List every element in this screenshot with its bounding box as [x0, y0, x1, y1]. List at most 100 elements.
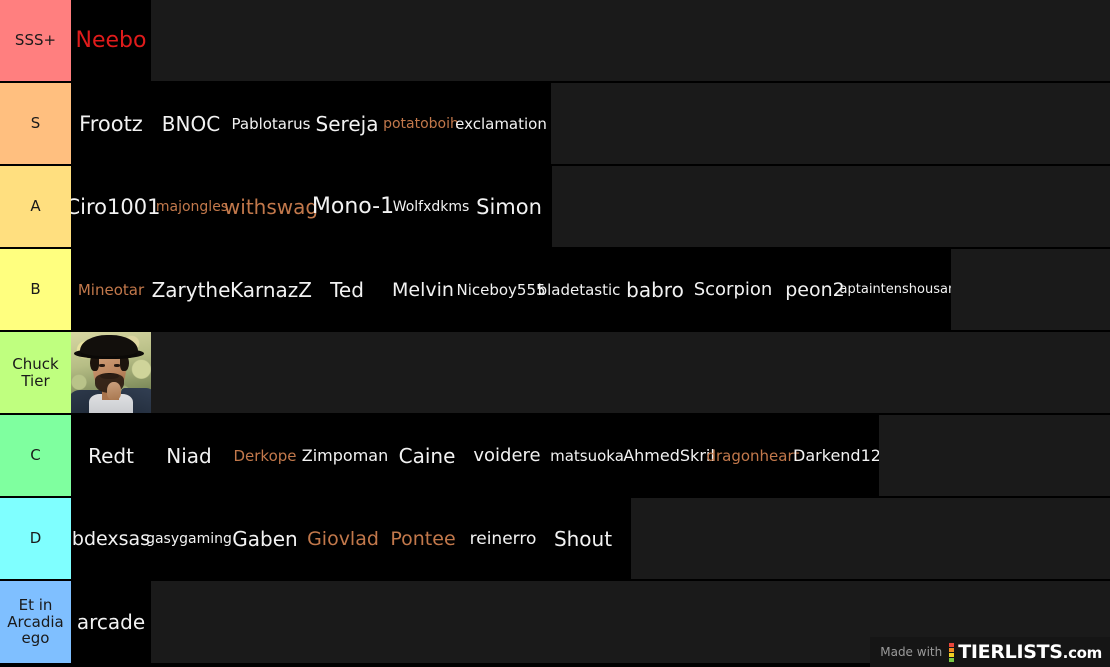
tier-item[interactable]: Pablotarus — [231, 83, 311, 164]
tier-item-label: Simon — [476, 194, 542, 219]
tier-item[interactable]: gasygaming — [146, 498, 232, 579]
tier-item-label: majongles — [155, 198, 229, 215]
tier-item[interactable]: Wolfxdkms — [393, 166, 470, 247]
tier-item-label: dragonheart — [706, 446, 800, 465]
tierlists-logo-icon — [949, 642, 955, 662]
tier-item[interactable]: Shout — [543, 498, 623, 579]
tier-item-label: Zimpoman — [301, 446, 389, 465]
tier-item[interactable]: arcade — [71, 581, 151, 663]
tier-label[interactable]: Chuck Tier — [0, 332, 71, 413]
tier-item[interactable]: bdexsas — [71, 498, 151, 579]
tier-dropzone[interactable] — [551, 83, 1110, 164]
tier-label[interactable]: C — [0, 415, 71, 496]
tier-item[interactable]: Niceboy555 — [456, 249, 545, 330]
tier-label[interactable]: D — [0, 498, 71, 579]
tier-dropzone[interactable] — [552, 166, 1110, 247]
tier-item[interactable]: Mineotar — [71, 249, 151, 330]
tier-item[interactable]: Pontee — [383, 498, 463, 579]
watermark-brand: TIERLISTS.com — [958, 641, 1102, 663]
tier-row: C Redt Niad Derkope Zimpoman Caine voidere mats… — [0, 415, 1110, 498]
tier-item-label: Ciro1001 — [71, 194, 161, 219]
tier-item[interactable]: Zarythe — [151, 249, 231, 330]
tier-items-container[interactable]: Neebo — [71, 0, 1110, 81]
tier-item-label: aptaintenshousand — [839, 282, 965, 297]
tier-item-label: bladetastic — [537, 280, 621, 299]
tier-row: Chuck Tier — [0, 332, 1110, 415]
tier-item-label: Ted — [330, 277, 364, 302]
tier-item[interactable]: Simon — [469, 166, 549, 247]
tier-item-label: Mineotar — [77, 280, 145, 299]
watermark-made-with-label: Made with — [880, 645, 943, 659]
tier-item-label: arcade — [76, 610, 146, 634]
tier-item[interactable]: Derkope — [227, 415, 303, 496]
tier-item-label: BNOC — [161, 111, 221, 136]
tier-row: A Ciro1001 majongles withswag Mono-1 Wolfxdkm… — [0, 166, 1110, 249]
tier-item-label: babro — [626, 277, 684, 302]
watermark-brand-suffix: .com — [1062, 644, 1103, 662]
tier-item-label: Melvin — [392, 278, 454, 301]
tier-item[interactable]: potatoboih — [383, 83, 459, 164]
tierlists-watermark[interactable]: Made with TIERLISTS.com — [870, 637, 1110, 667]
tier-item-label: Niad — [166, 443, 212, 468]
tier-item-label: gasygaming — [146, 530, 232, 547]
tier-item-label: Scorpion — [693, 279, 773, 300]
tier-items-container[interactable]: Ciro1001 majongles withswag Mono-1 Wolfxdkms… — [71, 166, 1110, 247]
tier-label[interactable]: SSS+ — [0, 0, 71, 81]
tier-items-container[interactable]: Frootz BNOC Pablotarus Sereja potatoboih excl… — [71, 83, 1110, 164]
tier-item-label: Pablotarus — [231, 114, 311, 133]
tier-item-image[interactable] — [71, 332, 151, 413]
tier-item[interactable]: aptaintenshousand — [840, 249, 965, 330]
tier-item[interactable]: Melvin — [383, 249, 463, 330]
tier-item[interactable]: babro — [619, 249, 691, 330]
tier-label[interactable]: B — [0, 249, 71, 330]
tier-item[interactable]: Mono-1 — [312, 166, 394, 247]
tier-item[interactable]: Neebo — [71, 0, 151, 81]
tier-item[interactable]: Sereja — [311, 83, 383, 164]
tier-item[interactable]: BNOC — [151, 83, 231, 164]
tier-item[interactable]: Niad — [151, 415, 227, 496]
tier-item[interactable]: KarnazZ — [230, 249, 312, 330]
tier-item[interactable]: withswag — [224, 166, 318, 247]
tier-label[interactable]: Et in Arcadia ego — [0, 581, 71, 663]
tier-item[interactable]: Darkend12 — [793, 415, 881, 496]
tier-item-label: Zarythe — [151, 277, 231, 302]
tier-item[interactable]: Ted — [311, 249, 383, 330]
tier-item[interactable]: bladetastic — [537, 249, 621, 330]
tier-row: Dbdexsas gasygaming Gaben Giovlad Pontee rein… — [0, 498, 1110, 581]
tier-items-container[interactable] — [71, 332, 1110, 413]
tier-row: SSS+ Neebo — [0, 0, 1110, 83]
tier-item[interactable]: dragonheart — [706, 415, 799, 496]
tier-item-label: Frootz — [79, 111, 143, 136]
tier-item[interactable]: Redt — [71, 415, 151, 496]
tier-item-label: Sereja — [315, 111, 379, 136]
tier-item[interactable]: AhmedSkril — [623, 415, 715, 496]
tier-label[interactable]: A — [0, 166, 71, 247]
tier-item-label: Derkope — [233, 446, 297, 465]
tier-item[interactable]: matsuoka — [547, 415, 627, 496]
tier-dropzone[interactable] — [951, 249, 1110, 330]
tier-items-container[interactable]: bdexsas gasygaming Gaben Giovlad Pontee reine… — [71, 498, 1110, 579]
tier-row: B Mineotar Zarythe KarnazZ Ted Melvin Niceboy5… — [0, 249, 1110, 332]
tier-dropzone[interactable] — [631, 498, 1110, 579]
tier-label[interactable]: S — [0, 83, 71, 164]
tier-item[interactable]: Ciro1001 — [71, 166, 160, 247]
tier-item-label: Redt — [88, 443, 134, 468]
tier-item[interactable]: Caine — [387, 415, 467, 496]
tier-item[interactable]: Scorpion — [691, 249, 775, 330]
tier-dropzone[interactable] — [151, 0, 1110, 81]
tier-item[interactable]: voidere — [467, 415, 547, 496]
tier-items-container[interactable]: Redt Niad Derkope Zimpoman Caine voidere matsu… — [71, 415, 1110, 496]
tier-item[interactable]: Frootz — [71, 83, 151, 164]
tier-item[interactable]: exclamation — [455, 83, 547, 164]
tier-item[interactable]: Gaben — [227, 498, 303, 579]
tier-dropzone[interactable] — [879, 415, 1110, 496]
tier-item-label: Pontee — [390, 527, 456, 550]
tier-item[interactable]: reinerro — [463, 498, 543, 579]
tier-item[interactable]: majongles — [155, 166, 229, 247]
tier-dropzone[interactable] — [151, 332, 1110, 413]
watermark-brand-name: TIERLISTS — [958, 641, 1063, 663]
tier-item-label: voidere — [473, 445, 541, 466]
tier-item[interactable]: Zimpoman — [301, 415, 389, 496]
tier-items-container[interactable]: Mineotar Zarythe KarnazZ Ted Melvin Niceboy55… — [71, 249, 1110, 330]
tier-item[interactable]: Giovlad — [303, 498, 383, 579]
